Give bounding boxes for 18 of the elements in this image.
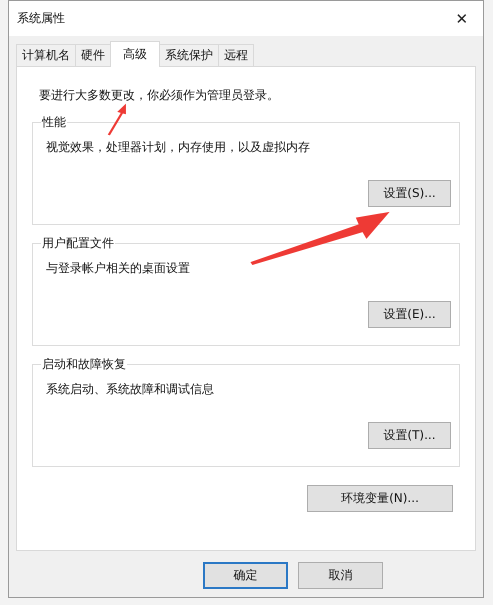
tab[interactable]: 高级 — [110, 41, 160, 67]
group-title: 用户配置文件 — [41, 235, 115, 252]
group-description: 视觉效果，处理器计划，内存使用，以及虚拟内存 — [46, 139, 311, 156]
environment-variables-button[interactable]: 环境变量(N)... — [307, 485, 453, 512]
window-title: 系统属性 — [17, 10, 65, 27]
cancel-button[interactable]: 取消 — [298, 562, 383, 589]
settings-button[interactable]: 设置(T)... — [368, 422, 451, 449]
tab[interactable]: 远程 — [218, 44, 254, 66]
admin-notice: 要进行大多数更改，你必须作为管理员登录。 — [39, 87, 280, 104]
settings-button[interactable]: 设置(S)... — [368, 180, 451, 207]
settings-button[interactable]: 设置(E)... — [368, 301, 451, 328]
group-description: 与登录帐户相关的桌面设置 — [46, 260, 191, 277]
ok-button[interactable]: 确定 — [203, 562, 288, 589]
group-description: 系统启动、系统故障和调试信息 — [46, 381, 215, 398]
group-title: 性能 — [41, 114, 67, 131]
close-button[interactable]: ✕ — [447, 4, 477, 34]
group-title: 启动和故障恢复 — [41, 356, 127, 373]
tab[interactable]: 计算机名 — [16, 44, 76, 66]
